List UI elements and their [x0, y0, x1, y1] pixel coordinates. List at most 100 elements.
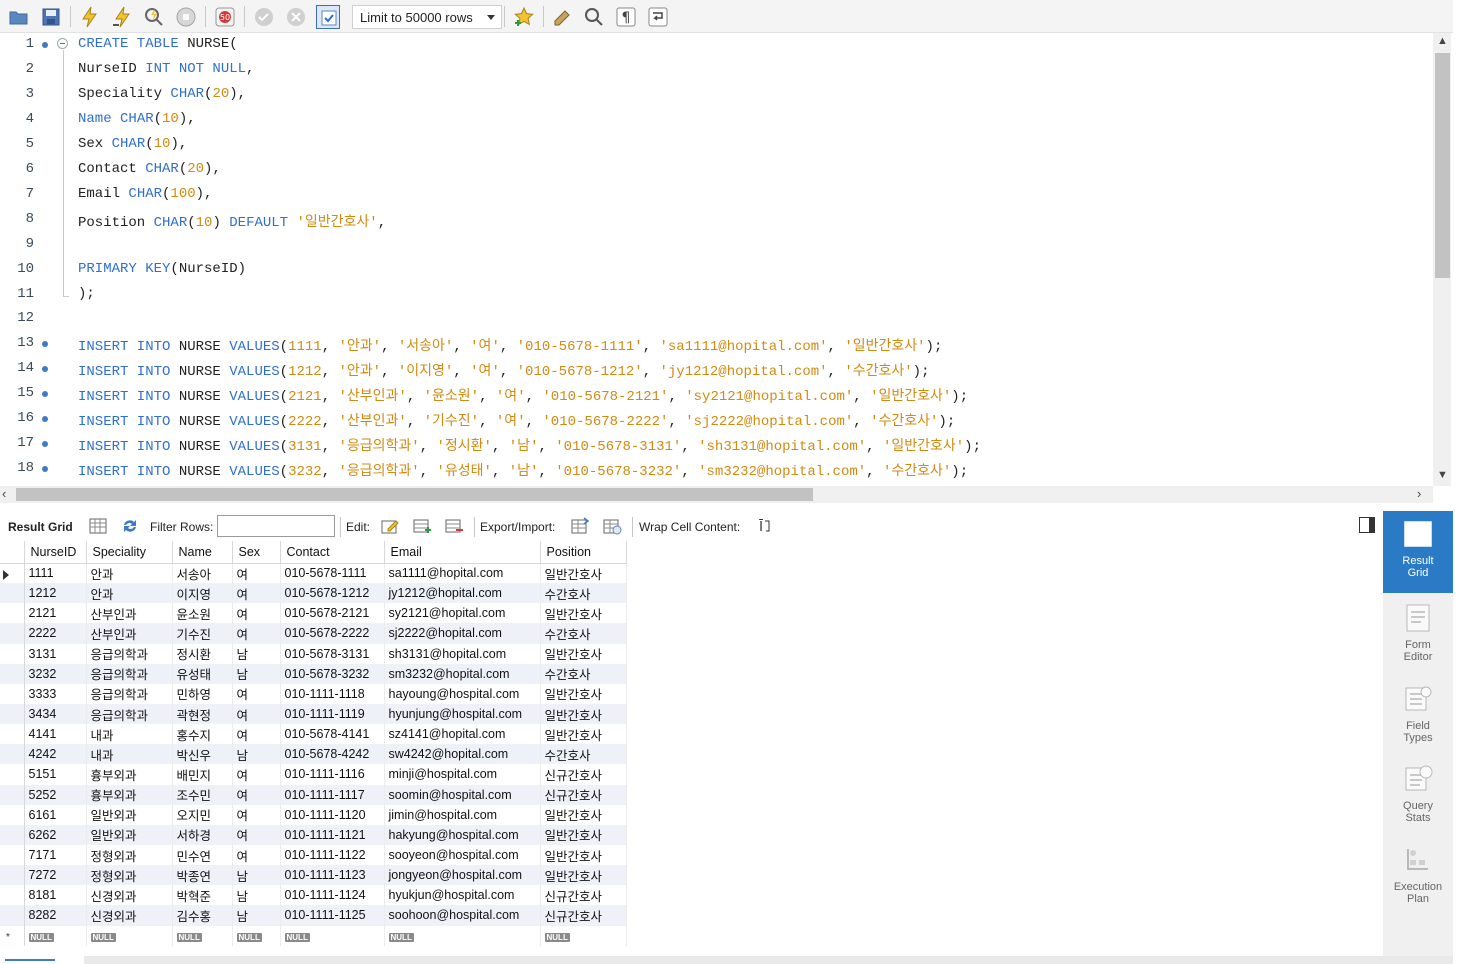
table-cell[interactable]: sh3131@hopital.com — [384, 643, 541, 664]
table-cell[interactable]: 박신우 — [172, 744, 233, 765]
table-cell[interactable]: 일반간호사 — [540, 865, 627, 886]
code-line[interactable]: INSERT INTO NURSE VALUES(2222, '산부인과', '… — [78, 410, 955, 430]
table-cell[interactable]: sw4242@hopital.com — [384, 744, 541, 765]
side-panel-query-stats-button[interactable]: Query Stats — [1383, 756, 1453, 834]
table-cell[interactable]: 박종연 — [172, 865, 233, 886]
side-panel-result-grid-button[interactable]: Result Grid — [1383, 511, 1453, 593]
table-cell[interactable]: 010-5678-3232 — [280, 663, 385, 684]
table-cell[interactable]: 여 — [232, 623, 281, 644]
stop-icon[interactable] — [174, 5, 198, 29]
editor-vertical-scrollbar[interactable]: ▲ ▼ — [1433, 33, 1451, 486]
row-header[interactable] — [0, 865, 25, 886]
table-cell[interactable]: 수간호사 — [540, 583, 627, 604]
table-cell[interactable]: 이지영 — [172, 583, 233, 604]
table-cell[interactable]: jimin@hospital.com — [384, 804, 541, 825]
table-cell[interactable]: 남 — [232, 865, 281, 886]
row-header[interactable] — [0, 683, 25, 704]
table-cell[interactable]: 일반간호사 — [540, 703, 627, 725]
table-cell[interactable]: 3131 — [24, 643, 87, 664]
table-cell[interactable]: 흉부외과 — [86, 764, 173, 785]
table-cell[interactable]: 여 — [232, 824, 281, 845]
wrap-toggle-icon[interactable]: Ī — [752, 516, 772, 536]
table-cell[interactable]: sm3232@hopital.com — [384, 663, 541, 684]
table-cell[interactable]: 산부인과 — [86, 603, 173, 624]
row-header[interactable] — [0, 663, 25, 684]
result-grid[interactable]: NurseID Speciality Name Sex Contact Email Posi… — [0, 541, 1383, 956]
new-row[interactable]: NULL NULL NULL NULL NULL NULL NULL — [0, 925, 627, 946]
table-cell[interactable]: 3333 — [24, 683, 87, 704]
table-cell[interactable]: 여 — [232, 844, 281, 866]
table-cell[interactable]: 8181 — [24, 885, 87, 906]
table-cell[interactable]: 응급의학과 — [86, 643, 173, 664]
table-cell[interactable]: 일반외과 — [86, 804, 173, 825]
delete-row-icon[interactable] — [444, 516, 464, 536]
import-icon[interactable] — [602, 516, 622, 536]
table-cell[interactable]: hayoung@hospital.com — [384, 683, 541, 704]
null-cell[interactable]: NULL — [232, 925, 281, 946]
table-cell[interactable]: 남 — [232, 744, 281, 765]
table-cell[interactable]: 010-5678-1212 — [280, 583, 385, 604]
table-cell[interactable]: 일반외과 — [86, 824, 173, 845]
table-cell[interactable]: hyukjun@hospital.com — [384, 885, 541, 906]
table-cell[interactable]: 신규간호사 — [540, 905, 627, 926]
row-header[interactable] — [0, 885, 25, 906]
table-row[interactable]: 4141 내과 홍수지 여 010-5678-4141 sz4141@hopital.co… — [0, 724, 627, 745]
stop-on-error-icon[interactable]: 50 — [213, 5, 237, 29]
table-row[interactable]: 8181 신경외과 박혁준 남 010-1111-1124 hyukjun@hospita… — [0, 885, 627, 906]
code-line[interactable]: INSERT INTO NURSE VALUES(1111, '안과', '서송… — [78, 335, 942, 355]
table-cell[interactable]: 1111 — [24, 563, 87, 584]
row-header[interactable] — [0, 824, 25, 845]
table-cell[interactable]: 남 — [232, 643, 281, 664]
table-cell[interactable]: 010-1111-1119 — [280, 703, 385, 725]
table-cell[interactable]: 일반간호사 — [540, 724, 627, 745]
editor-horizontal-scrollbar[interactable]: ‹ › — [0, 486, 1433, 503]
table-cell[interactable]: 서하경 — [172, 824, 233, 845]
table-row[interactable]: 6262 일반외과 서하경 여 010-1111-1121 hakyung@hospita… — [0, 824, 627, 845]
wrap-icon[interactable] — [646, 5, 670, 29]
table-cell[interactable]: 수간호사 — [540, 744, 627, 765]
row-header[interactable] — [0, 784, 25, 805]
table-cell[interactable]: sa1111@hopital.com — [384, 563, 541, 584]
table-cell[interactable]: 3232 — [24, 663, 87, 684]
result-grid-tab[interactable]: Result Grid — [8, 520, 73, 534]
table-cell[interactable]: 남 — [232, 905, 281, 926]
table-cell[interactable]: 여 — [232, 703, 281, 725]
table-cell[interactable]: 010-1111-1117 — [280, 784, 385, 805]
code-line[interactable]: Position CHAR(10) DEFAULT '일반간호사', — [78, 211, 386, 231]
table-cell[interactable]: 조수민 — [172, 784, 233, 805]
table-row[interactable]: 1111 안과 서송아 여 010-5678-1111 sa1111@hopital.co… — [0, 563, 627, 584]
table-cell[interactable]: 일반간호사 — [540, 683, 627, 704]
sql-editor[interactable]: 1 CREATE TABLE NURSE(2 NurseID INT NOT NUL… — [0, 33, 1433, 486]
table-cell[interactable]: 4141 — [24, 724, 87, 745]
beautify-icon[interactable] — [551, 5, 575, 29]
table-cell[interactable]: 민하영 — [172, 683, 233, 704]
table-cell[interactable]: 여 — [232, 563, 281, 584]
table-row[interactable]: 5151 흉부외과 배민지 여 010-1111-1116 minji@hospital.… — [0, 764, 627, 785]
table-row[interactable]: 5252 흉부외과 조수민 여 010-1111-1117 soomin@hospital… — [0, 784, 627, 805]
table-cell[interactable]: sy2121@hopital.com — [384, 603, 541, 624]
result-tab[interactable] — [0, 956, 84, 964]
row-header[interactable] — [0, 703, 25, 725]
table-cell[interactable]: 6262 — [24, 824, 87, 845]
row-header[interactable] — [0, 724, 25, 745]
table-cell[interactable]: 010-1111-1125 — [280, 905, 385, 926]
table-cell[interactable]: 응급의학과 — [86, 683, 173, 704]
insert-row-icon[interactable] — [412, 516, 432, 536]
code-line[interactable]: INSERT INTO NURSE VALUES(2121, '산부인과', '… — [78, 385, 968, 405]
table-row[interactable]: 2222 산부인과 기수진 여 010-5678-2222 sj2222@hopital.… — [0, 623, 627, 644]
table-row[interactable]: 1212 안과 이지영 여 010-5678-1212 jy1212@hopital.co… — [0, 583, 627, 604]
table-cell[interactable]: 3434 — [24, 703, 87, 725]
autocommit-icon[interactable] — [316, 5, 340, 29]
code-line[interactable]: INSERT INTO NURSE VALUES(1212, '안과', '이지… — [78, 360, 929, 380]
code-line[interactable]: INSERT INTO NURSE VALUES(3232, '응급의학과', … — [78, 460, 968, 480]
refresh-icon[interactable] — [120, 516, 140, 536]
scroll-up-icon[interactable]: ▲ — [1437, 35, 1448, 47]
row-limit-select[interactable]: Limit to 50000 rows — [352, 5, 502, 29]
table-cell[interactable]: 남 — [232, 663, 281, 684]
null-cell[interactable]: NULL — [24, 925, 87, 946]
table-cell[interactable]: 010-1111-1116 — [280, 764, 385, 785]
null-cell[interactable]: NULL — [280, 925, 385, 946]
execute-current-icon[interactable] — [110, 5, 134, 29]
null-cell[interactable]: NULL — [86, 925, 173, 946]
table-cell[interactable]: hakyung@hospital.com — [384, 824, 541, 845]
